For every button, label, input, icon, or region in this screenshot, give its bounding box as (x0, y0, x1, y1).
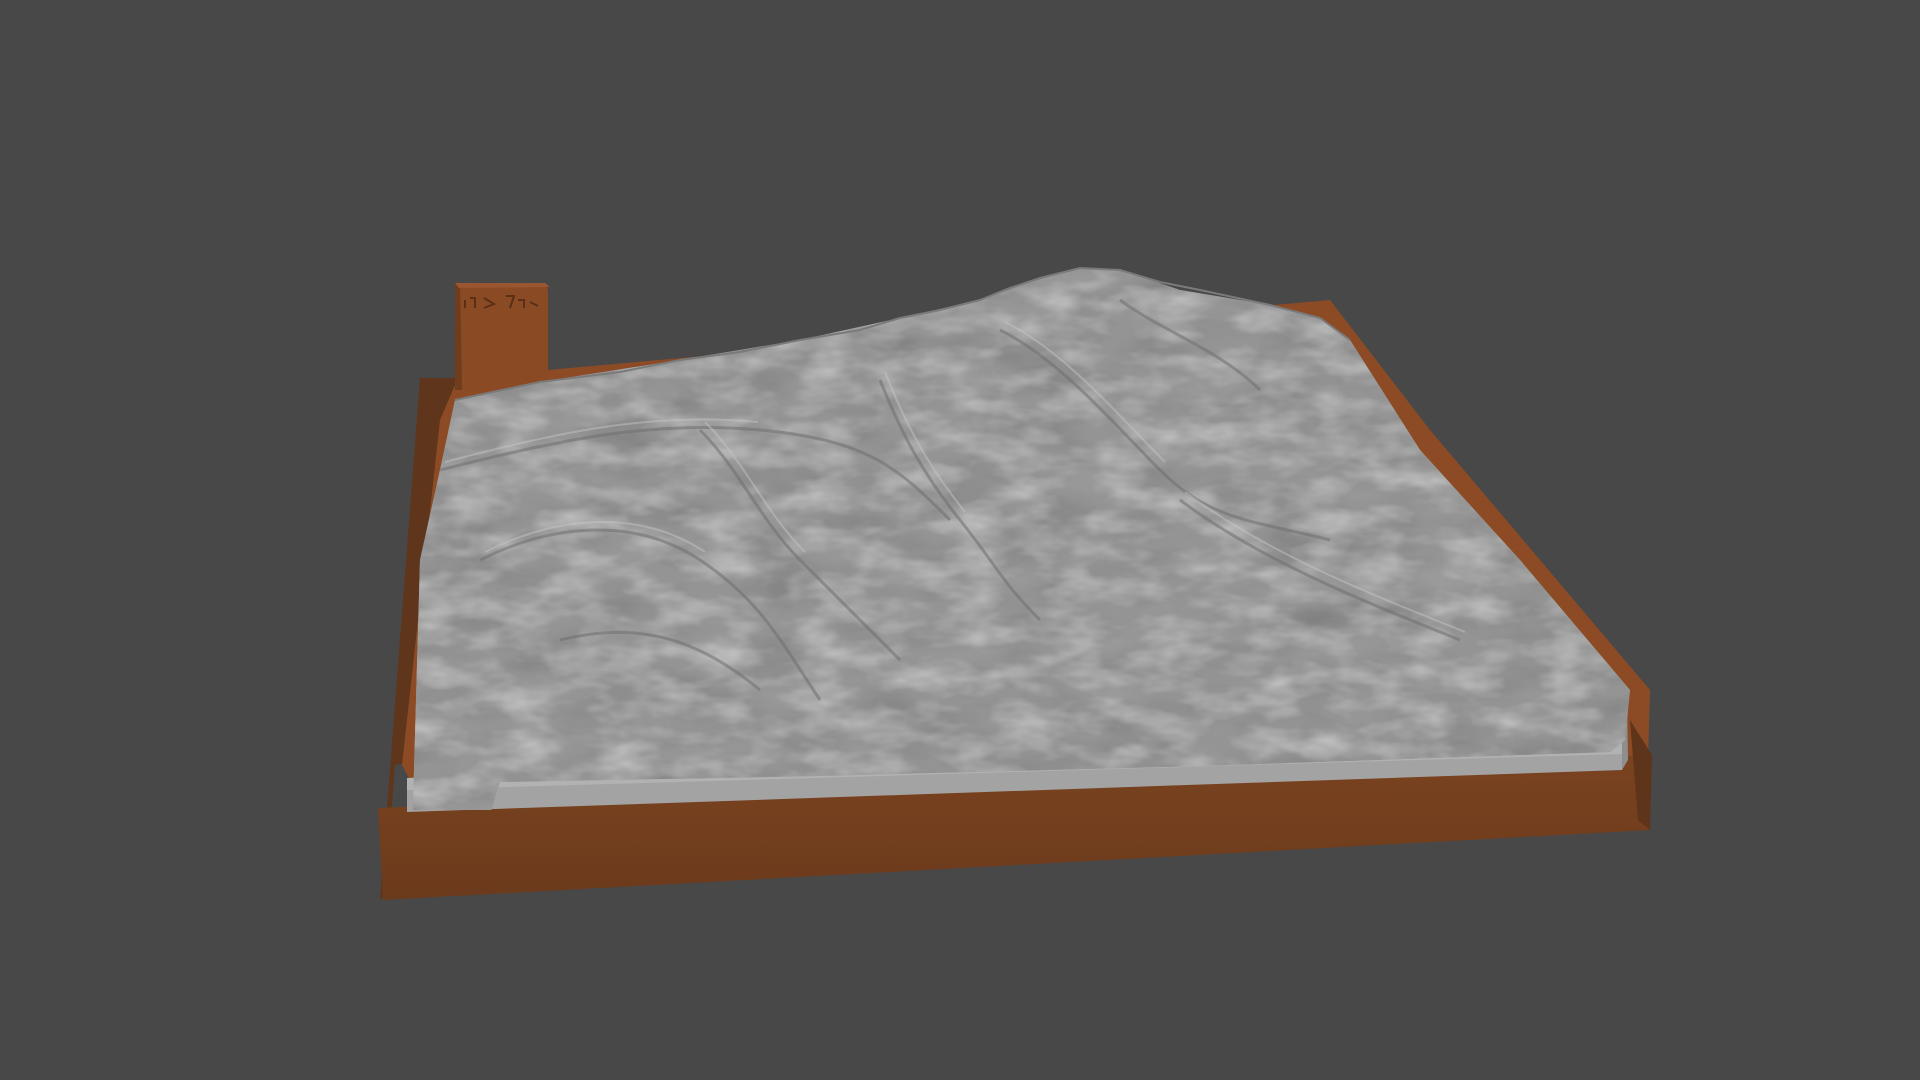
terrain-model-render (378, 266, 1652, 900)
terrain-surface (405, 268, 1630, 810)
3d-viewport[interactable] (0, 0, 1920, 1080)
label-block (455, 283, 550, 390)
